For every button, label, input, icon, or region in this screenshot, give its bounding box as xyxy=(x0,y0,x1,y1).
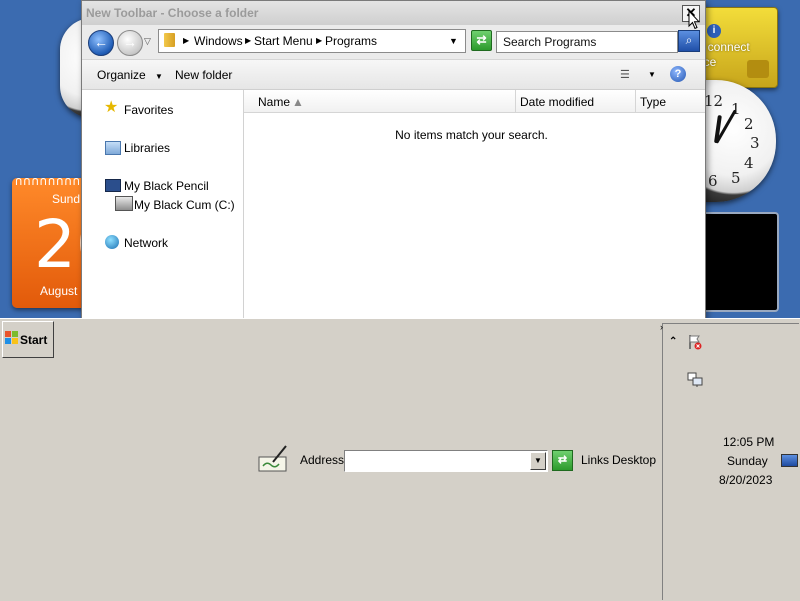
chevron-right-icon[interactable]: ▶ xyxy=(316,36,322,45)
clock-number-5: 5 xyxy=(731,169,741,187)
column-header-name[interactable]: Name ▲ xyxy=(244,90,516,113)
forward-arrow-icon[interactable]: → xyxy=(117,30,143,56)
calendar-month: August xyxy=(40,284,78,298)
folder-icon xyxy=(164,33,175,47)
clock-number-6: 6 xyxy=(708,172,718,190)
desktop-toolbar[interactable]: Desktop xyxy=(612,453,656,467)
library-icon xyxy=(105,141,121,155)
nav-item-libraries[interactable]: Libraries xyxy=(124,141,170,155)
column-header-date-modified[interactable]: Date modified xyxy=(516,90,636,113)
flag-icon[interactable] xyxy=(687,334,703,350)
go-icon[interactable]: ⇄ xyxy=(471,30,492,51)
chevron-down-icon: ▼ xyxy=(155,72,163,81)
nav-item-computer[interactable]: My Black Pencil xyxy=(124,179,209,193)
address-input[interactable]: ▼ xyxy=(344,450,548,472)
windows-logo-icon xyxy=(5,331,19,345)
clock-number-3: 3 xyxy=(750,134,760,152)
column-type-label: Type xyxy=(640,95,667,109)
clock-gadget-right[interactable]: 12 1 2 3 4 5 6 xyxy=(698,80,776,202)
breadcrumb-windows[interactable]: Windows xyxy=(194,34,243,48)
dialog-title: New Toolbar - Choose a folder xyxy=(86,6,259,20)
start-button[interactable]: Start xyxy=(2,321,54,358)
history-dropdown-icon[interactable]: ▽ xyxy=(144,36,151,47)
clock-date[interactable]: 8/20/2023 xyxy=(719,473,772,487)
notification-area: › ⌃ 12:05 PM Sunday 8/20/2023 xyxy=(660,322,799,600)
nav-item-favorites[interactable]: Favorites xyxy=(124,103,173,117)
cursor-icon xyxy=(688,10,700,30)
address-label: Address xyxy=(300,453,345,467)
computer-icon xyxy=(105,179,121,192)
feed-globe-icon xyxy=(747,60,769,78)
chevron-down-icon[interactable]: ▼ xyxy=(648,70,656,79)
breadcrumb-programs[interactable]: Programs xyxy=(325,34,377,48)
info-icon: i xyxy=(707,24,721,38)
organize-button[interactable]: Organize ▼ xyxy=(97,68,163,82)
feed-line-1: t connect xyxy=(701,40,750,54)
file-list-pane: Name ▲ Date modified Type No items match… xyxy=(244,90,705,319)
choose-folder-dialog: New Toolbar - Choose a folder ✕ ← → ▽ ▶ … xyxy=(81,0,706,320)
chevron-right-icon[interactable]: ▶ xyxy=(245,36,251,45)
dialog-titlebar[interactable]: New Toolbar - Choose a folder ✕ xyxy=(82,1,705,25)
chevron-right-icon[interactable]: ▶ xyxy=(183,36,189,45)
feed-gadget-text: t connect ice xyxy=(701,40,750,70)
new-folder-button[interactable]: New folder xyxy=(175,68,232,82)
organize-label: Organize xyxy=(97,68,146,82)
calendar-day-name: Sund xyxy=(52,192,81,206)
column-name-label: Name xyxy=(258,95,291,109)
show-hidden-icons-button[interactable]: ⌃ xyxy=(669,336,677,347)
chevron-down-icon[interactable]: ▼ xyxy=(530,452,546,470)
clock-number-12: 12 xyxy=(704,92,724,110)
network-status-icon[interactable] xyxy=(687,372,703,388)
toolbar-pen-icon[interactable] xyxy=(257,444,289,474)
chevron-down-icon[interactable]: ▼ xyxy=(449,36,458,46)
monitor-icon[interactable] xyxy=(781,454,798,467)
back-arrow-icon[interactable]: ← xyxy=(88,30,114,56)
nav-item-drive[interactable]: My Black Cum (C:) xyxy=(134,198,235,212)
drive-icon xyxy=(115,196,133,211)
views-icon[interactable]: ☰ xyxy=(620,68,634,81)
search-placeholder: Search Programs xyxy=(503,35,597,49)
feed-line-2: ice xyxy=(701,55,717,69)
nav-item-network[interactable]: Network xyxy=(124,236,168,250)
address-bar[interactable]: ▶ Windows ▶ Start Menu ▶ Programs ▼ xyxy=(158,29,466,53)
clock-day[interactable]: Sunday xyxy=(727,454,768,468)
clock-number-4: 4 xyxy=(744,154,754,172)
search-icon[interactable]: ⌕ xyxy=(678,30,700,52)
black-gadget[interactable] xyxy=(700,212,779,312)
column-date-label: Date modified xyxy=(520,95,595,109)
start-label: Start xyxy=(20,333,48,347)
links-toolbar[interactable]: Links xyxy=(581,453,609,467)
network-icon xyxy=(105,235,119,249)
navigation-row: ← → ▽ ▶ Windows ▶ Start Menu ▶ Programs … xyxy=(82,25,705,60)
calendar-gadget[interactable]: ∩∩∩∩∩∩∩∩∩ Sund 20 August xyxy=(12,178,92,308)
command-bar: Organize ▼ New folder ☰ ▼ ? xyxy=(82,60,705,90)
chevron-right-icon[interactable]: › xyxy=(660,322,663,332)
search-input[interactable]: Search Programs xyxy=(496,31,678,53)
clock-number-2: 2 xyxy=(744,115,754,133)
navigation-pane: ★ Favorites Libraries My Black Pencil My… xyxy=(82,90,244,319)
go-icon[interactable]: ⇄ xyxy=(552,450,573,471)
taskbar: Start Address ▼ ⇄ Links Desktop › ⌃ 12:0… xyxy=(0,318,800,601)
star-icon: ★ xyxy=(104,99,119,116)
breadcrumb-start-menu[interactable]: Start Menu xyxy=(254,34,313,48)
empty-results-message: No items match your search. xyxy=(395,128,548,142)
feed-gadget[interactable]: i t connect ice xyxy=(698,7,778,88)
help-icon[interactable]: ? xyxy=(670,66,686,82)
column-header-type[interactable]: Type xyxy=(636,90,705,113)
sort-ascending-icon: ▲ xyxy=(292,95,304,109)
clock-time[interactable]: 12:05 PM xyxy=(723,435,774,449)
